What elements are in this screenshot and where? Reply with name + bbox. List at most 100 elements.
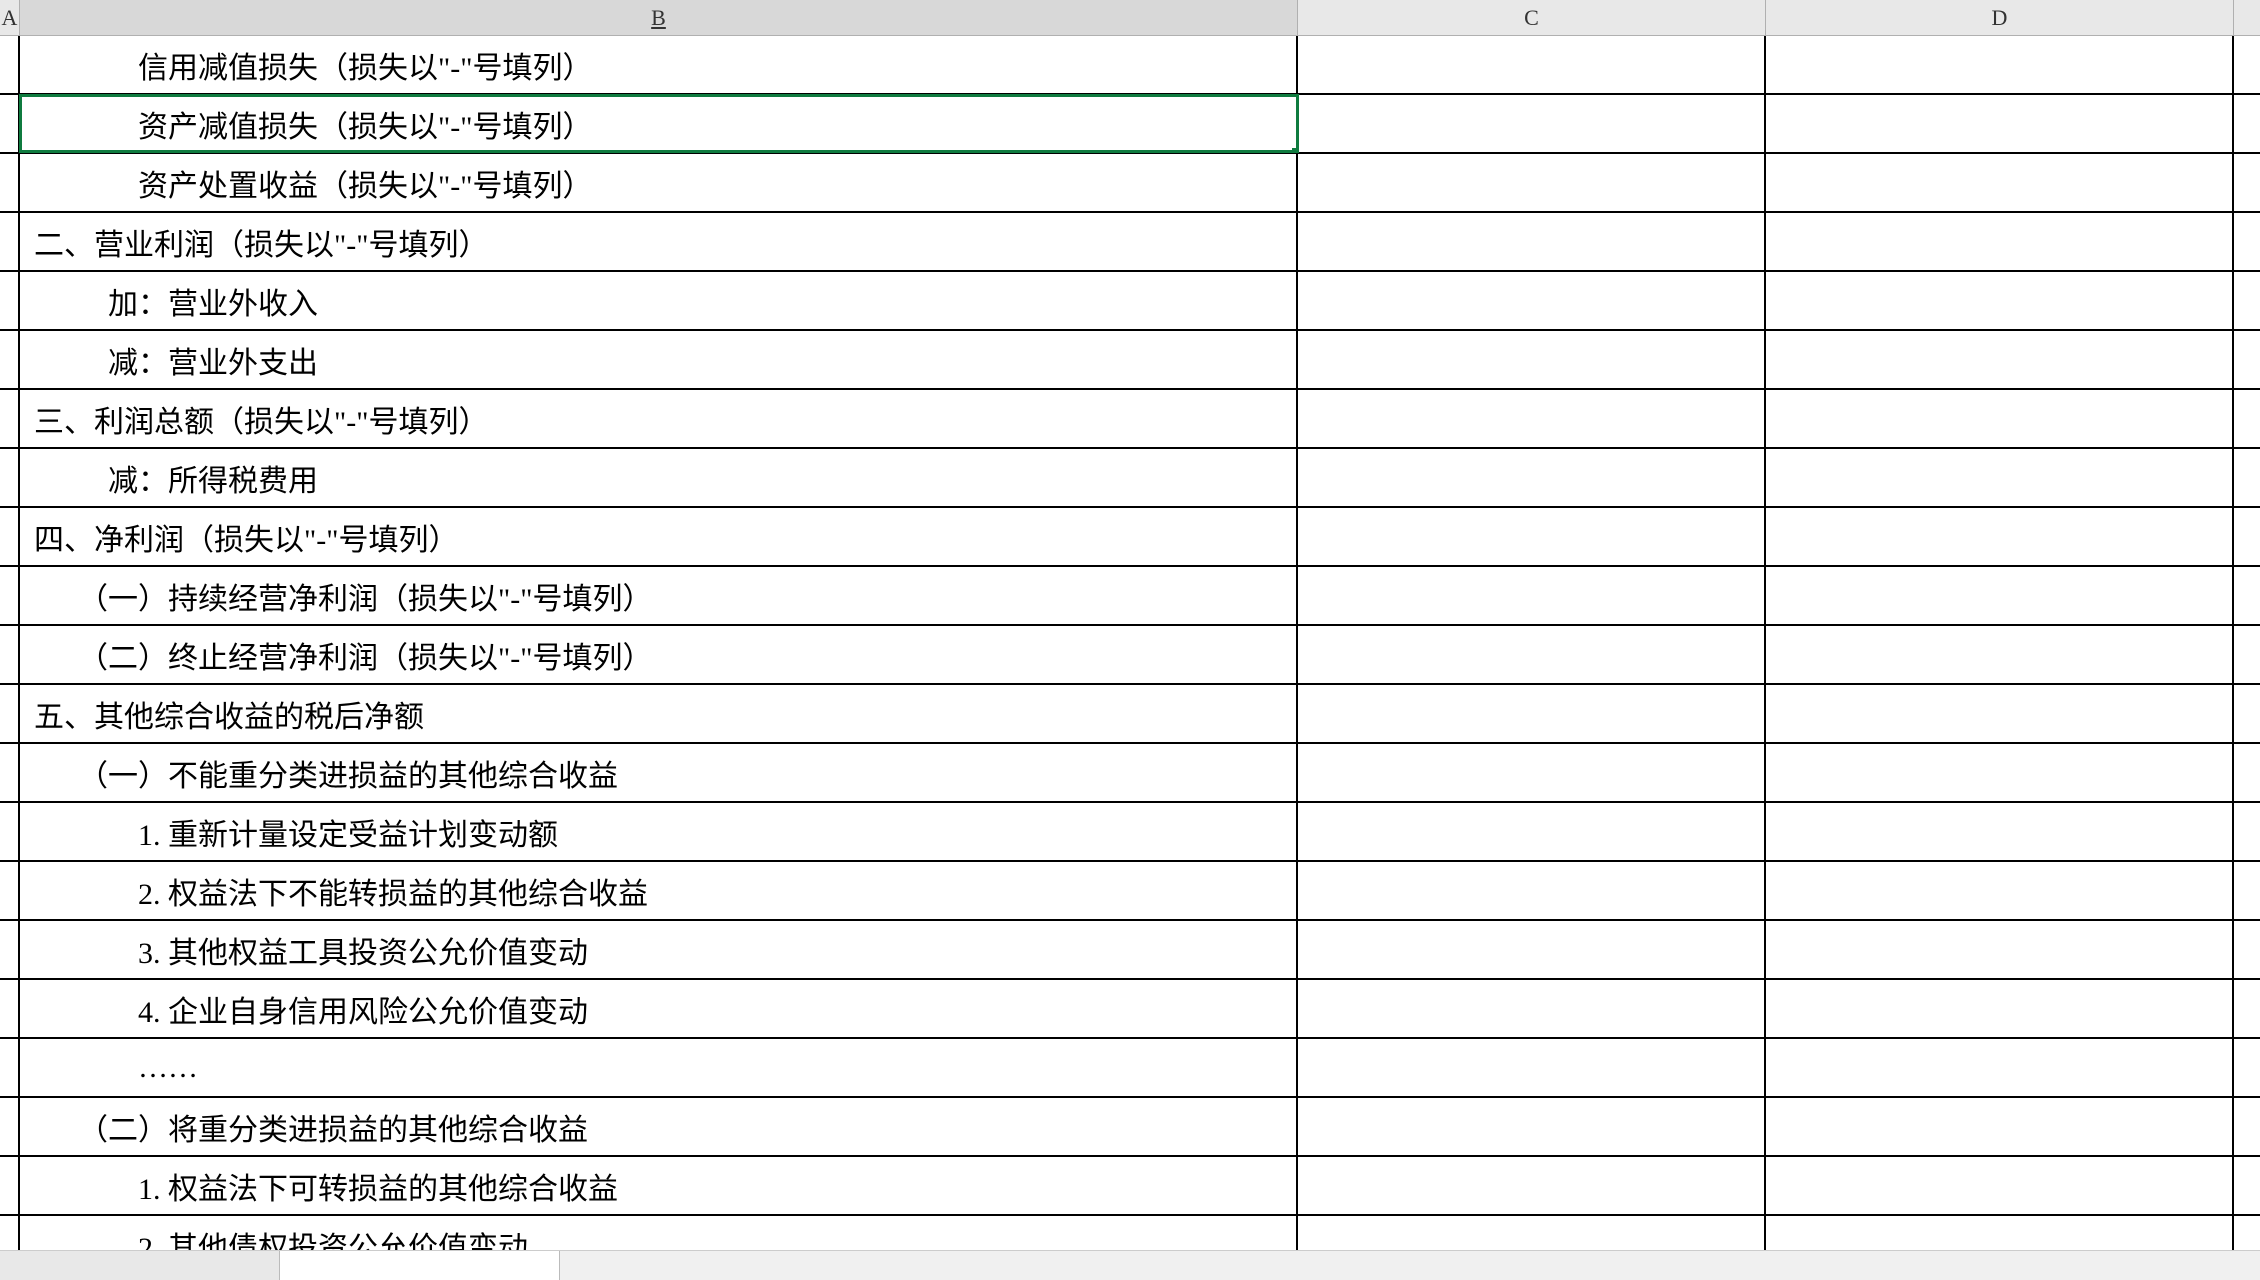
cell-D[interactable] [1766,921,2234,978]
cell-C[interactable] [1298,744,1766,801]
cell-A[interactable] [0,213,20,270]
cell-B[interactable]: 三、利润总额（损失以"-"号填列） [20,390,1298,447]
cell-D[interactable] [1766,272,2234,329]
cell-D[interactable] [1766,1157,2234,1214]
cell-A[interactable] [0,36,20,93]
cell-rest [2234,980,2260,1037]
cell-D[interactable] [1766,508,2234,565]
table-row: 1. 重新计量设定受益计划变动额 [0,803,2260,862]
cell-D[interactable] [1766,980,2234,1037]
cell-B[interactable]: 信用减值损失（损失以"-"号填列） [20,36,1298,93]
cell-C[interactable] [1298,980,1766,1037]
cell-D[interactable] [1766,95,2234,152]
cell-B[interactable]: 五、其他综合收益的税后净额 [20,685,1298,742]
cell-A[interactable] [0,1157,20,1214]
table-row: 4. 企业自身信用风险公允价值变动 [0,980,2260,1039]
cell-D[interactable] [1766,862,2234,919]
cell-B[interactable]: （一）不能重分类进损益的其他综合收益 [20,744,1298,801]
cell-C[interactable] [1298,1157,1766,1214]
cell-A[interactable] [0,1039,20,1096]
cell-C[interactable] [1298,331,1766,388]
cell-A[interactable] [0,803,20,860]
cell-C[interactable] [1298,508,1766,565]
cell-A[interactable] [0,1098,20,1155]
selection-handle[interactable] [1292,148,1298,152]
cell-A[interactable] [0,862,20,919]
cell-A[interactable] [0,331,20,388]
cell-B[interactable]: 加：营业外收入 [20,272,1298,329]
cell-rest [2234,1157,2260,1214]
cell-rest [2234,803,2260,860]
cell-rest [2234,331,2260,388]
cell-B[interactable]: （一）持续经营净利润（损失以"-"号填列） [20,567,1298,624]
cell-C[interactable] [1298,626,1766,683]
cell-A[interactable] [0,449,20,506]
sheet-tab[interactable] [0,1251,280,1280]
cell-C[interactable] [1298,685,1766,742]
cell-D[interactable] [1766,1098,2234,1155]
cell-A[interactable] [0,154,20,211]
cell-C[interactable] [1298,449,1766,506]
cell-C[interactable] [1298,803,1766,860]
grid-body: 信用减值损失（损失以"-"号填列） 资产减值损失（损失以"-"号填列） 资产处置… [0,36,2260,1275]
cell-C[interactable] [1298,1039,1766,1096]
cell-B[interactable]: 2. 权益法下不能转损益的其他综合收益 [20,862,1298,919]
cell-A[interactable] [0,272,20,329]
cell-A[interactable] [0,626,20,683]
column-header-rest [2234,0,2260,35]
cell-B[interactable]: 减：营业外支出 [20,331,1298,388]
column-header-D[interactable]: D [1766,0,2234,35]
cell-C[interactable] [1298,95,1766,152]
cell-rest [2234,508,2260,565]
cell-rest [2234,862,2260,919]
cell-D[interactable] [1766,331,2234,388]
cell-D[interactable] [1766,685,2234,742]
cell-B[interactable]: 1. 重新计量设定受益计划变动额 [20,803,1298,860]
table-row: 信用减值损失（损失以"-"号填列） [0,36,2260,95]
cell-D[interactable] [1766,154,2234,211]
cell-A[interactable] [0,508,20,565]
column-header-C[interactable]: C [1298,0,1766,35]
cell-D[interactable] [1766,567,2234,624]
cell-B[interactable]: 二、营业利润（损失以"-"号填列） [20,213,1298,270]
cell-C[interactable] [1298,272,1766,329]
column-header-A[interactable]: A [0,0,20,35]
cell-C[interactable] [1298,36,1766,93]
cell-B[interactable]: …… [20,1039,1298,1096]
cell-C[interactable] [1298,213,1766,270]
cell-D[interactable] [1766,390,2234,447]
cell-B[interactable]: 减：所得税费用 [20,449,1298,506]
cell-C[interactable] [1298,567,1766,624]
cell-A[interactable] [0,921,20,978]
cell-B[interactable]: 4. 企业自身信用风险公允价值变动 [20,980,1298,1037]
cell-D[interactable] [1766,626,2234,683]
cell-B[interactable]: 资产处置收益（损失以"-"号填列） [20,154,1298,211]
cell-B[interactable]: 1. 权益法下可转损益的其他综合收益 [20,1157,1298,1214]
table-row: 减：营业外支出 [0,331,2260,390]
cell-B-selected[interactable]: 资产减值损失（损失以"-"号填列） [20,95,1298,152]
cell-A[interactable] [0,744,20,801]
cell-C[interactable] [1298,390,1766,447]
cell-B[interactable]: 四、净利润（损失以"-"号填列） [20,508,1298,565]
cell-A[interactable] [0,95,20,152]
cell-B[interactable]: （二）将重分类进损益的其他综合收益 [20,1098,1298,1155]
cell-B[interactable]: （二）终止经营净利润（损失以"-"号填列） [20,626,1298,683]
cell-D[interactable] [1766,213,2234,270]
column-header-B[interactable]: B [20,0,1298,35]
cell-D[interactable] [1766,803,2234,860]
cell-A[interactable] [0,980,20,1037]
cell-D[interactable] [1766,449,2234,506]
cell-C[interactable] [1298,862,1766,919]
cell-C[interactable] [1298,154,1766,211]
cell-A[interactable] [0,390,20,447]
cell-D[interactable] [1766,1039,2234,1096]
cell-A[interactable] [0,685,20,742]
cell-C[interactable] [1298,1098,1766,1155]
cell-A[interactable] [0,567,20,624]
sheet-tab-active[interactable] [280,1251,560,1280]
cell-B[interactable]: 3. 其他权益工具投资公允价值变动 [20,921,1298,978]
cell-C[interactable] [1298,921,1766,978]
cell-D[interactable] [1766,744,2234,801]
cell-D[interactable] [1766,36,2234,93]
table-row: 资产处置收益（损失以"-"号填列） [0,154,2260,213]
